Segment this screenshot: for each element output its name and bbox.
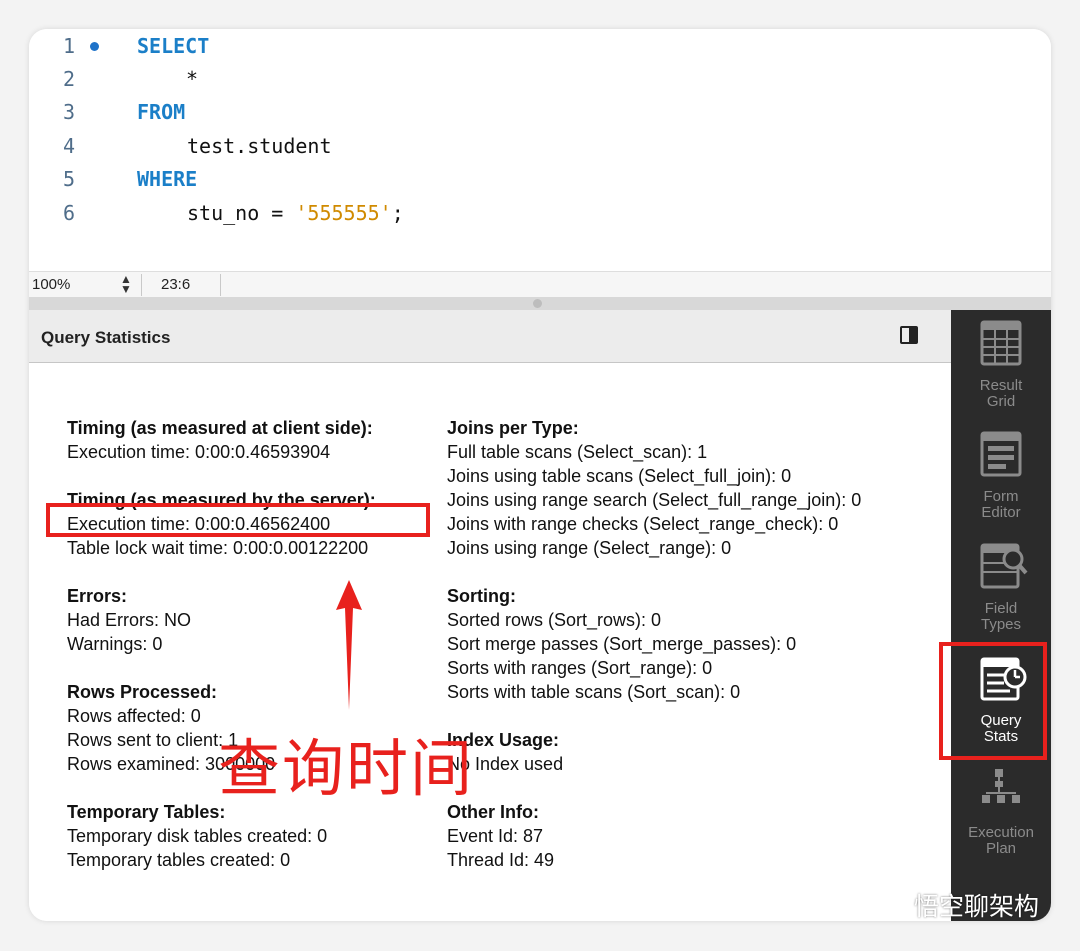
result-view-sidebar: Result Grid Form Editor Field Types Quer… — [951, 310, 1051, 921]
line-number: 5 — [62, 167, 76, 191]
sidebar-item-form-editor[interactable]: Form Editor — [951, 423, 1051, 533]
stat-line: Execution time: 0:00:0.46593904 — [67, 442, 331, 462]
stat-line: Warnings: 0 — [67, 634, 163, 654]
sorting-section: Sorting: Sorted rows (Sort_rows): 0 Sort… — [447, 584, 796, 704]
stat-line: Sorts with ranges (Sort_range): 0 — [447, 658, 713, 678]
table-name: test.student — [187, 134, 332, 158]
line-number: 3 — [62, 100, 76, 124]
toggle-sidebar-icon[interactable] — [900, 326, 918, 344]
divider — [141, 274, 142, 296]
statement-terminator: ; — [391, 201, 404, 225]
condition-value: '555555' — [295, 201, 392, 225]
stat-line: Joins using range (Select_range): 0 — [447, 538, 732, 558]
sidebar-label: Result — [979, 377, 1023, 394]
cursor-position: 23:6 — [161, 276, 191, 293]
editor-status-bar: 100% ▲ ▼ 23:6 — [29, 271, 1051, 299]
sidebar-label: Form — [983, 488, 1019, 505]
stat-line: Joins with range checks (Select_range_ch… — [447, 514, 839, 534]
section-heading: Rows Processed: — [67, 682, 218, 702]
highlight-query-stats-tab — [939, 642, 1047, 760]
sidebar-label: Editor — [981, 504, 1021, 521]
stat-line: Had Errors: NO — [67, 610, 192, 630]
pane-splitter[interactable] — [29, 297, 1051, 310]
errors-section: Errors: Had Errors: NO Warnings: 0 — [67, 584, 191, 656]
line-number: 4 — [62, 134, 76, 158]
line-number: 6 — [62, 201, 76, 225]
stat-line: Temporary tables created: 0 — [67, 850, 291, 870]
field-types-icon — [980, 543, 1028, 589]
stat-line: Temporary disk tables created: 0 — [67, 826, 328, 846]
stat-line: Full table scans (Select_scan): 1 — [447, 442, 708, 462]
query-statistics-header: Query Statistics — [29, 310, 951, 363]
statement-marker-icon — [90, 42, 99, 51]
code-line: 2 * — [29, 62, 1051, 96]
sidebar-label: Execution — [968, 824, 1034, 841]
section-heading: Joins per Type: — [447, 418, 579, 438]
grid-icon — [980, 320, 1022, 366]
keyword-from: FROM — [137, 100, 186, 124]
stat-line: Table lock wait time: 0:00:0.00122200 — [67, 538, 369, 558]
select-star: * — [186, 67, 199, 91]
sidebar-label: Field — [984, 600, 1018, 617]
stat-line: Sorts with table scans (Sort_scan): 0 — [447, 682, 741, 702]
stat-line: Sorted rows (Sort_rows): 0 — [447, 610, 662, 630]
code-line: 1 SELECT — [29, 29, 1051, 63]
sidebar-item-field-types[interactable]: Field Types — [951, 535, 1051, 645]
temporary-tables-section: Temporary Tables: Temporary disk tables … — [67, 800, 327, 872]
stat-line: Event Id: 87 — [447, 826, 544, 846]
code-line: 4 test.student — [29, 129, 1051, 163]
form-icon — [980, 431, 1022, 477]
sql-editor[interactable]: 1 SELECT 2 * 3 FROM 4 test.student 5 WHE… — [29, 29, 1051, 271]
sidebar-item-execution-plan[interactable]: Execution Plan — [951, 759, 1051, 869]
stat-line: Joins using range search (Select_full_ra… — [447, 490, 862, 510]
keyword-where: WHERE — [137, 167, 198, 191]
execution-plan-icon — [982, 769, 1020, 803]
zoom-stepper-icon[interactable]: ▲ ▼ — [119, 273, 133, 295]
code-line: 5 WHERE — [29, 162, 1051, 196]
sidebar-label: Types — [980, 616, 1022, 633]
watermark-text: 悟空聊架构 — [914, 892, 1040, 921]
line-number: 1 — [62, 34, 76, 58]
divider — [220, 274, 221, 296]
sidebar-item-result-grid[interactable]: Result Grid — [951, 312, 1051, 422]
query-statistics-body: Timing (as measured at client side): Exe… — [29, 363, 951, 921]
keyword-select: SELECT — [137, 34, 210, 58]
query-time-callout: 查询时间 — [218, 732, 475, 805]
arrow-up-icon — [336, 580, 362, 710]
splitter-handle-icon[interactable] — [533, 299, 542, 308]
section-heading: Timing (as measured at client side): — [67, 418, 373, 438]
sidebar-label: Grid — [986, 393, 1016, 410]
stat-line: Joins using table scans (Select_full_joi… — [447, 466, 792, 486]
section-heading: Errors: — [67, 586, 128, 606]
highlight-server-execution-time — [46, 503, 430, 537]
code-line: 3 FROM — [29, 95, 1051, 129]
panel-title: Query Statistics — [41, 328, 171, 347]
code-line: 6 stu_no = '555555'; — [29, 196, 1051, 230]
other-info-section: Other Info: Event Id: 87 Thread Id: 49 — [447, 800, 554, 872]
stat-line: Sort merge passes (Sort_merge_passes): 0 — [447, 634, 797, 654]
zoom-level[interactable]: 100% — [32, 276, 70, 293]
condition-column: stu_no = — [187, 201, 296, 225]
timing-client-section: Timing (as measured at client side): Exe… — [67, 416, 373, 464]
app-window: 1 SELECT 2 * 3 FROM 4 test.student 5 WHE… — [29, 29, 1051, 921]
wechat-icon — [864, 888, 906, 914]
line-number: 2 — [62, 67, 76, 91]
section-heading: Sorting: — [447, 586, 516, 606]
active-tab-pointer-icon — [922, 704, 932, 724]
joins-section: Joins per Type: Full table scans (Select… — [447, 416, 861, 560]
stat-line: Thread Id: 49 — [447, 850, 555, 870]
where-condition: stu_no = '555555'; — [187, 196, 404, 230]
sidebar-label: Plan — [985, 840, 1017, 857]
